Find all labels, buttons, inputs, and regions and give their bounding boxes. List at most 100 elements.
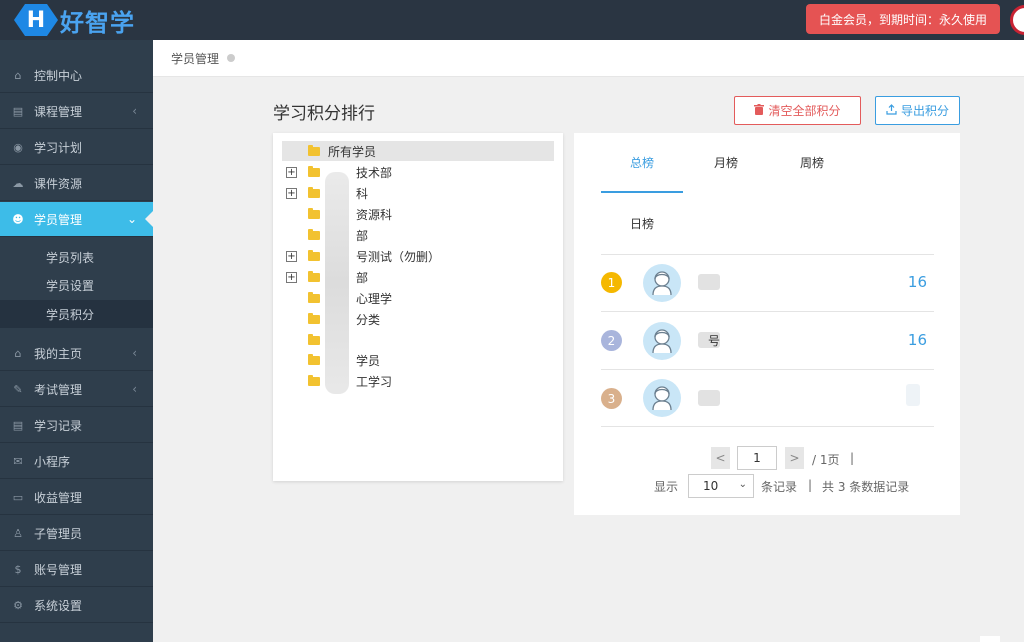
logo[interactable]: H 好智学 <box>14 3 135 37</box>
export-points-button[interactable]: 导出积分 <box>875 96 960 125</box>
sidebar-item-accounts[interactable]: $ 账号管理 <box>0 552 153 587</box>
sidebar-subitem-student-settings[interactable]: 学员设置 <box>0 271 153 299</box>
sidebar-item-label: 课程管理 <box>34 104 83 119</box>
chevron-left-icon: ‹ <box>132 346 137 360</box>
folder-icon <box>308 333 320 345</box>
graduation-cap-icon: ⌂ <box>14 346 22 360</box>
chevron-left-icon: ‹ <box>132 382 137 396</box>
sidebar-item-study-records[interactable]: ▤ 学习记录 <box>0 408 153 443</box>
page-number-input[interactable] <box>737 446 777 470</box>
user-avatar-icon <box>652 386 672 411</box>
rank-badge-bronze: 3 <box>601 388 622 409</box>
folder-icon <box>308 207 320 219</box>
student-score: 16 <box>907 273 927 291</box>
folder-icon <box>308 186 320 198</box>
sidebar-item-study-plan[interactable]: ◉ 学习计划 <box>0 130 153 165</box>
page-size-select[interactable]: 10 ⌄ <box>688 474 754 498</box>
folder-icon <box>308 249 320 261</box>
tree-node[interactable]: 技术部 <box>308 162 392 182</box>
export-points-label: 导出积分 <box>900 104 949 118</box>
sidebar-item-label: 学习记录 <box>34 418 83 433</box>
sidebar-item-label: 课件资源 <box>34 176 83 191</box>
records-label: 条记录 <box>761 480 798 494</box>
sidebar-item-exams[interactable]: ✎ 考试管理 ‹ <box>0 372 153 407</box>
rank-badge-gold: 1 <box>601 272 622 293</box>
wechat-icon: ✉ <box>13 454 23 468</box>
sidebar-item-resources[interactable]: ☁ 课件资源 <box>0 166 153 201</box>
redacted-score <box>906 384 920 406</box>
tree-node-label: 号测试（勿删） <box>356 249 441 264</box>
tree-node-label: 学员 <box>356 353 381 368</box>
top-bar: H 好智学 白金会员，到期时间：永久使用 <box>0 0 1024 40</box>
tree-node[interactable]: 资源科 <box>308 204 392 224</box>
sidebar-item-label: 小程序 <box>34 454 71 469</box>
next-page-button[interactable]: > <box>785 447 804 469</box>
tab-weekly[interactable]: 周榜 <box>800 154 824 171</box>
sidebar-item-label: 系统设置 <box>34 598 83 613</box>
divider <box>601 254 934 255</box>
tree-node-label: 分类 <box>356 312 381 327</box>
avatar <box>643 264 681 302</box>
clear-all-points-button[interactable]: 清空全部积分 <box>734 96 861 125</box>
avatar <box>643 322 681 360</box>
sidebar-item-label: 收益管理 <box>34 490 83 505</box>
book-icon: ▤ <box>12 418 24 432</box>
book-icon: ▤ <box>12 104 24 118</box>
tree-node[interactable]: 工学习 <box>308 371 392 391</box>
tab-monthly[interactable]: 月榜 <box>714 154 738 171</box>
sidebar-subitem-student-points[interactable]: 学员积分 <box>0 300 153 328</box>
sidebar-item-sub-admins[interactable]: ♙ 子管理员 <box>0 516 153 551</box>
tree-node-label: 工学习 <box>356 374 393 389</box>
tree-node-label: 心理学 <box>356 291 393 306</box>
avatar <box>643 379 681 417</box>
page-size-value: 10 <box>703 479 719 493</box>
sidebar-item-system-settings[interactable]: ⚙ 系统设置 <box>0 588 153 623</box>
sidebar-item-students[interactable]: ☻ 学员管理 ⌄ <box>0 202 154 237</box>
expand-icon[interactable]: + <box>286 272 297 283</box>
sidebar-item-mini-program[interactable]: ✉ 小程序 <box>0 444 153 479</box>
sidebar-subitem-student-list[interactable]: 学员列表 <box>0 243 153 271</box>
folder-icon <box>308 291 320 303</box>
sidebar-item-homepage[interactable]: ⌂ 我的主页 ‹ <box>0 336 153 371</box>
folder-icon <box>308 353 320 365</box>
eye-icon: ◉ <box>13 140 23 154</box>
upload-icon <box>886 103 897 118</box>
sidebar-item-revenue[interactable]: ▭ 收益管理 <box>0 480 153 515</box>
tree-node-label: 科 <box>356 186 369 201</box>
page-title: 学习积分排行 <box>273 104 375 124</box>
redacted-name <box>698 274 720 290</box>
close-tab-icon[interactable] <box>227 54 236 62</box>
expand-icon[interactable]: + <box>286 167 297 178</box>
cloud-icon: ☁ <box>12 176 24 190</box>
tab-daily[interactable]: 日榜 <box>630 215 654 232</box>
divider <box>601 369 934 370</box>
sidebar-item-courses[interactable]: ▤ 课程管理 ‹ <box>0 94 153 129</box>
sidebar-item-label: 我的主页 <box>34 346 83 361</box>
divider <box>601 426 934 427</box>
expand-icon[interactable]: + <box>286 188 297 199</box>
tab-overall[interactable]: 总榜 <box>630 154 654 171</box>
prev-page-button[interactable]: < <box>711 447 730 469</box>
brand-name: 好智学 <box>60 8 135 37</box>
student-score: 16 <box>907 331 927 349</box>
breadcrumb-item[interactable]: 学员管理 <box>171 50 219 67</box>
folder-icon <box>308 312 320 324</box>
sidebar-item-dashboard[interactable]: ⌂ 控制中心 <box>0 58 153 93</box>
breadcrumb: 学员管理 <box>153 40 1024 77</box>
tree-node[interactable]: 心理学 <box>308 288 392 308</box>
tree-node-label: 部 <box>356 270 369 285</box>
tag-icon: ✎ <box>13 382 23 396</box>
user-avatar-icon <box>652 329 672 354</box>
folder-icon <box>308 228 320 240</box>
tree-node-all-students[interactable]: 所有学员 <box>282 141 554 161</box>
user-icon: ♙ <box>13 526 23 540</box>
membership-badge[interactable]: 白金会员，到期时间：永久使用 <box>806 4 1000 34</box>
active-tab-indicator <box>601 191 683 193</box>
tree-node-label: 技术部 <box>356 165 393 180</box>
expand-icon[interactable]: + <box>286 251 297 262</box>
sidebar-item-label: 账号管理 <box>34 562 83 577</box>
chevron-left-icon: ‹ <box>132 104 137 118</box>
users-icon: ☻ <box>12 212 24 226</box>
user-avatar[interactable] <box>1010 5 1024 35</box>
folder-icon <box>308 270 320 282</box>
